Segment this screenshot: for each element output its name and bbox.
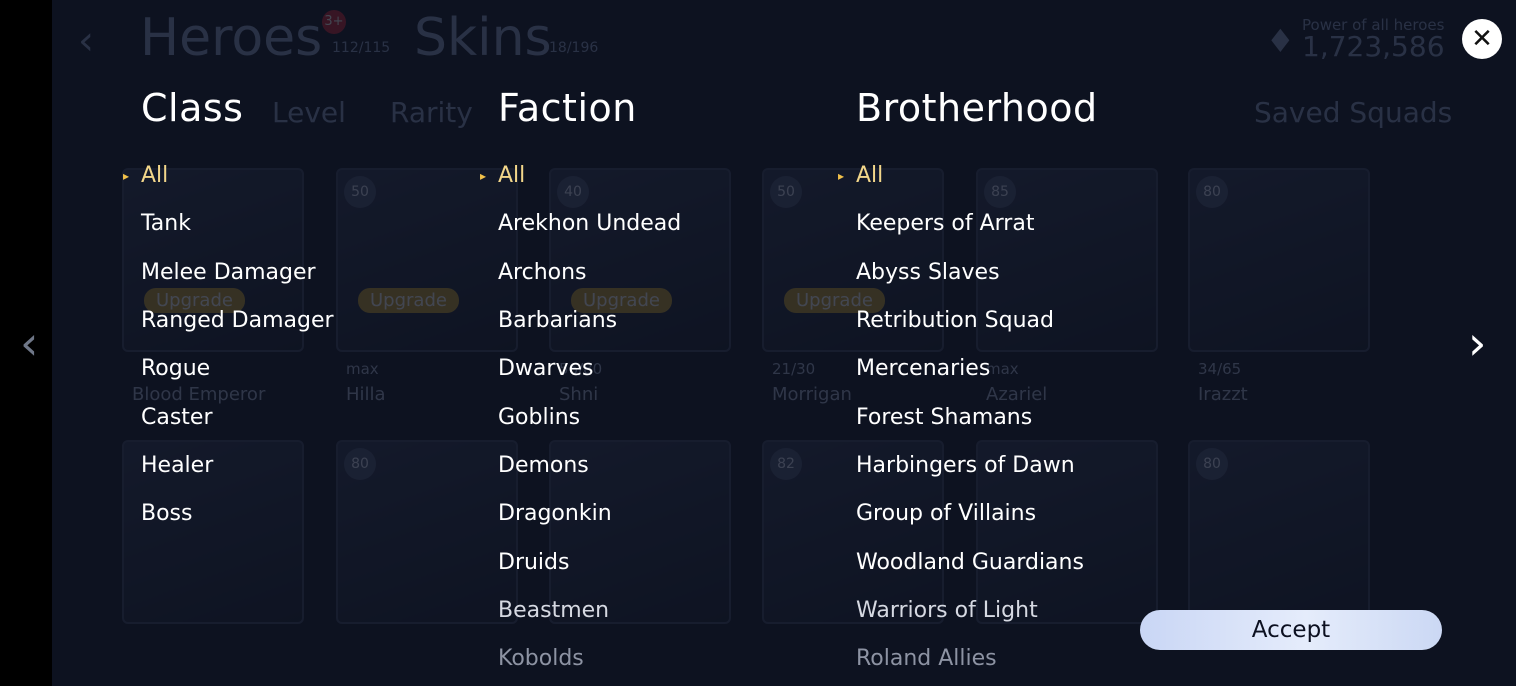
class-option-boss[interactable]: Boss [141, 500, 192, 528]
faction-option-barbarians[interactable]: Barbarians [498, 307, 617, 335]
class-option-all[interactable]: ▸ All [123, 162, 169, 190]
class-option-caster[interactable]: Caster [141, 404, 213, 432]
faction-option-archons[interactable]: Archons [498, 259, 587, 287]
close-icon: ✕ [1471, 24, 1493, 54]
class-option-label: All [141, 163, 169, 188]
faction-option-label: All [498, 163, 526, 188]
brotherhood-option-retribution-squad[interactable]: Retribution Squad [856, 307, 1054, 335]
brotherhood-option-warriors-of-light[interactable]: Warriors of Light [856, 597, 1038, 625]
selected-marker-icon: ▸ [480, 169, 487, 183]
selected-marker-icon: ▸ [838, 169, 845, 183]
faction-option-all[interactable]: ▸ All [480, 162, 526, 190]
chevron-left-icon[interactable]: ‹ [20, 318, 38, 368]
brotherhood-option-abyss-slaves[interactable]: Abyss Slaves [856, 259, 1000, 287]
class-option-ranged-damager[interactable]: Ranged Damager [141, 307, 334, 335]
filter-overlay: Class ▸ All Tank Melee Damager Ranged Dam… [0, 0, 1516, 686]
class-option-rogue[interactable]: Rogue [141, 355, 210, 383]
brotherhood-option-mercenaries[interactable]: Mercenaries [856, 355, 990, 383]
faction-option-dwarves[interactable]: Dwarves [498, 355, 593, 383]
faction-option-kobolds[interactable]: Kobolds [498, 645, 584, 673]
brotherhood-option-woodland-guardians[interactable]: Woodland Guardians [856, 549, 1084, 577]
brotherhood-option-roland-allies[interactable]: Roland Allies [856, 645, 997, 673]
faction-option-beastmen[interactable]: Beastmen [498, 597, 609, 625]
chevron-right-icon[interactable]: › [1468, 318, 1486, 368]
faction-option-demons[interactable]: Demons [498, 452, 589, 480]
brotherhood-filter-title: Brotherhood [856, 86, 1098, 130]
brotherhood-option-label: All [856, 163, 884, 188]
class-option-healer[interactable]: Healer [141, 452, 213, 480]
class-option-tank[interactable]: Tank [141, 210, 191, 238]
class-filter-title: Class [141, 86, 244, 130]
close-button[interactable]: ✕ [1462, 19, 1502, 59]
faction-option-druids[interactable]: Druids [498, 549, 569, 577]
faction-option-arekhon-undead[interactable]: Arekhon Undead [498, 210, 681, 238]
brotherhood-option-harbingers-of-dawn[interactable]: Harbingers of Dawn [856, 452, 1075, 480]
brotherhood-option-group-of-villains[interactable]: Group of Villains [856, 500, 1036, 528]
brotherhood-option-keepers-of-arrat[interactable]: Keepers of Arrat [856, 210, 1034, 238]
brotherhood-option-all[interactable]: ▸ All [838, 162, 884, 190]
selected-marker-icon: ▸ [123, 169, 130, 183]
brotherhood-option-forest-shamans[interactable]: Forest Shamans [856, 404, 1032, 432]
accept-button[interactable]: Accept [1140, 610, 1442, 650]
faction-option-goblins[interactable]: Goblins [498, 404, 580, 432]
faction-filter-title: Faction [498, 86, 637, 130]
class-option-melee-damager[interactable]: Melee Damager [141, 259, 316, 287]
faction-option-dragonkin[interactable]: Dragonkin [498, 500, 612, 528]
